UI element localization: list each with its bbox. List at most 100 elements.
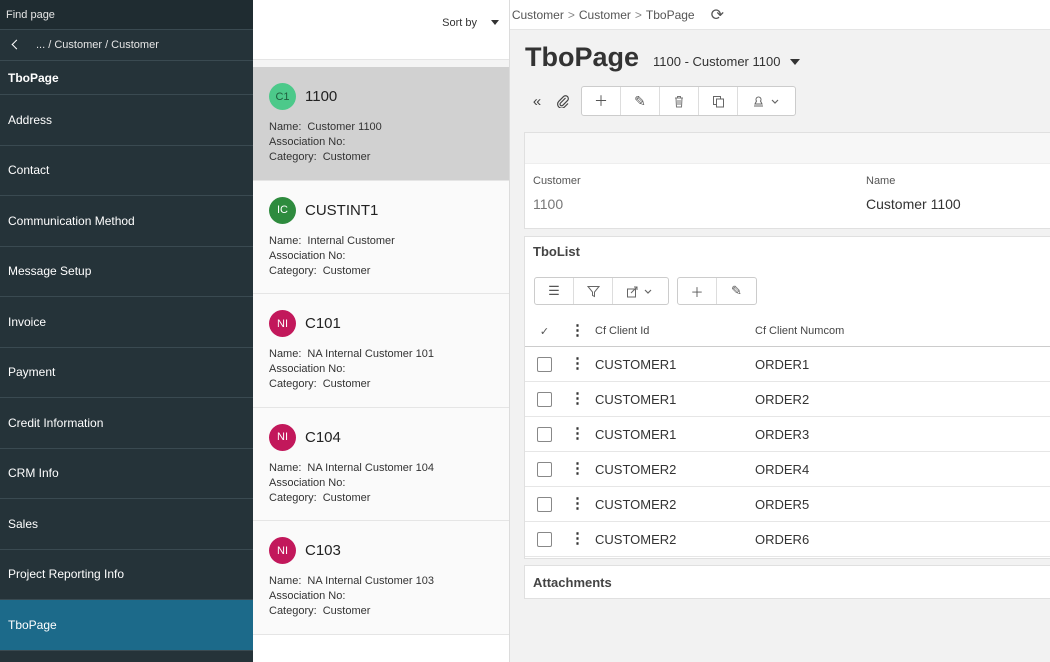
sidebar-item-message-setup[interactable]: Message Setup	[0, 247, 253, 297]
copy-icon[interactable]	[699, 87, 738, 115]
card-name-value: Internal Customer	[307, 234, 395, 247]
find-page-input[interactable]: Find page	[0, 0, 253, 30]
sidebar-item-tbopage[interactable]: TboPage	[0, 600, 253, 651]
card-head: NI C103	[269, 537, 493, 564]
card-category-line: Category: Customer	[269, 491, 493, 506]
column-header-cf-client-numcom[interactable]: Cf Client Numcom	[755, 325, 1050, 337]
breadcrumb-item[interactable]: TboPage	[646, 8, 695, 22]
sidebar-item-label: Project Reporting Info	[8, 567, 125, 582]
sidebar-item-address[interactable]: Address	[0, 95, 253, 146]
row-checkbox-cell	[525, 496, 560, 512]
refresh-icon[interactable]: ⟳	[711, 5, 724, 25]
edit-row-pencil-icon[interactable]: ✎	[717, 278, 756, 304]
approval-stamp-menu-icon[interactable]	[738, 87, 795, 115]
card-assoc-line: Association No:	[269, 135, 493, 150]
header-kebab-icon[interactable]: ⋮	[560, 323, 595, 338]
table-row[interactable]: ⋮ CUSTOMER1 ORDER3	[525, 417, 1050, 452]
avatar: NI	[269, 423, 296, 451]
breadcrumb-item[interactable]: Customer	[512, 8, 564, 22]
add-icon[interactable]: ＋	[582, 87, 621, 115]
sidebar-item-payment[interactable]: Payment	[0, 348, 253, 398]
row-kebab-icon[interactable]: ⋮	[560, 391, 595, 406]
row-checkbox[interactable]	[537, 461, 552, 477]
row-checkbox[interactable]	[537, 531, 552, 547]
back-arrow-icon[interactable]	[8, 37, 24, 53]
record-selector[interactable]: 1100 - Customer 1100	[653, 54, 801, 69]
add-row-icon[interactable]: ＋	[678, 278, 717, 304]
sidebar-item-credit-information[interactable]: Credit Information	[0, 398, 253, 449]
record-card[interactable]: NI C103 Name: NA Internal Customer 103 Assoc…	[253, 521, 509, 635]
sidebar-item-contact[interactable]: Contact	[0, 146, 253, 196]
table-row[interactable]: ⋮ CUSTOMER2 ORDER6	[525, 522, 1050, 557]
row-kebab-icon[interactable]: ⋮	[560, 531, 595, 546]
collapse-double-chevron-icon[interactable]: «	[525, 87, 549, 115]
row-checkbox[interactable]	[537, 496, 552, 512]
card-category-line: Category: Customer	[269, 604, 493, 619]
select-all-check-icon[interactable]: ✓	[525, 325, 560, 338]
cf-client-numcom-cell: ORDER2	[755, 391, 810, 407]
card-assoc-line: Association No:	[269, 362, 493, 377]
filter-icon[interactable]	[574, 278, 613, 304]
card-assoc-line: Association No:	[269, 476, 493, 491]
card-category-value: Customer	[322, 264, 371, 277]
sidebar-item-invoice[interactable]: Invoice	[0, 297, 253, 348]
sort-dropdown[interactable]: Sort by	[253, 0, 509, 60]
breadcrumb-separator: >	[567, 7, 575, 22]
row-kebab-icon[interactable]: ⋮	[560, 461, 595, 476]
list-view-icon[interactable]: ☰	[535, 278, 574, 304]
row-kebab-icon[interactable]: ⋮	[560, 356, 595, 371]
card-name-label: Name:	[269, 234, 302, 247]
table-row[interactable]: ⋮ CUSTOMER1 ORDER1	[525, 347, 1050, 382]
card-name-line: Name: Internal Customer	[269, 234, 493, 249]
sidebar: Find page ... / Customer / Customer TboP…	[0, 0, 253, 662]
card-head: NI C104	[269, 423, 493, 451]
record-card[interactable]: NI C101 Name: NA Internal Customer 101 Assoc…	[253, 294, 509, 408]
table-row[interactable]: ⋮ CUSTOMER2 ORDER4	[525, 452, 1050, 487]
row-checkbox[interactable]	[537, 426, 552, 442]
sidebar-breadcrumb: ... / Customer / Customer	[36, 39, 159, 51]
edit-pencil-icon[interactable]: ✎	[621, 87, 660, 115]
sidebar-item-sales[interactable]: Sales	[0, 499, 253, 550]
record-selector-label: 1100 - Customer 1100	[653, 54, 781, 69]
main-toolbar: « ＋ ✎	[525, 86, 796, 116]
list-spacer	[253, 60, 509, 67]
table-row[interactable]: ⋮ CUSTOMER1 ORDER2	[525, 382, 1050, 417]
card-id: C101	[305, 315, 341, 332]
sidebar-item-label: TboPage	[8, 617, 57, 632]
table-row[interactable]: ⋮ CUSTOMER2 ORDER5	[525, 487, 1050, 522]
attachment-paperclip-icon[interactable]	[551, 87, 575, 115]
delete-trash-icon[interactable]	[660, 87, 699, 115]
sidebar-back-row[interactable]: ... / Customer / Customer	[0, 30, 253, 61]
record-card[interactable]: C1 1100 Name: Customer 1100 Association No: C…	[253, 67, 509, 181]
export-menu-icon[interactable]	[613, 278, 668, 304]
sidebar-item-crm-info[interactable]: CRM Info	[0, 449, 253, 499]
column-header-cf-client-id[interactable]: Cf Client Id	[595, 325, 755, 337]
row-checkbox[interactable]	[537, 391, 552, 407]
card-name-value: NA Internal Customer 101	[307, 348, 434, 360]
card-id: C103	[305, 542, 341, 559]
row-checkbox[interactable]	[537, 356, 552, 372]
avatar: NI	[269, 310, 296, 337]
sidebar-item-label: Message Setup	[8, 264, 92, 279]
card-id: CUSTINT1	[305, 201, 379, 219]
row-kebab-icon[interactable]: ⋮	[560, 426, 595, 441]
cf-client-numcom-cell: ORDER5	[755, 496, 810, 512]
record-card[interactable]: IC CUSTINT1 Name: Internal Customer Associat…	[253, 180, 509, 294]
record-card[interactable]: NI C104 Name: NA Internal Customer 104 Assoc…	[253, 407, 509, 521]
sidebar-item-communication-method[interactable]: Communication Method	[0, 196, 253, 247]
card-assoc-line: Association No:	[269, 589, 493, 604]
breadcrumb-item[interactable]: Customer	[579, 8, 631, 22]
card-name-line: Name: Customer 1100	[269, 120, 493, 135]
sidebar-item-project-reporting-info[interactable]: Project Reporting Info	[0, 550, 253, 600]
title-row: TboPage 1100 - Customer 1100	[525, 42, 801, 73]
cf-client-numcom-cell: ORDER6	[755, 531, 810, 547]
attachments-panel[interactable]: Attachments	[524, 565, 1050, 599]
record-list-panel: Sort by C1 1100 Name: Customer 1100 Associat…	[253, 0, 510, 662]
card-name-value: Customer 1100	[307, 121, 382, 133]
row-kebab-icon[interactable]: ⋮	[560, 496, 595, 511]
card-category-label: Category:	[269, 264, 317, 277]
cf-client-numcom-cell: ORDER3	[755, 426, 810, 442]
cf-client-id-cell: CUSTOMER1	[595, 426, 677, 442]
tbolist-toolbar: ☰ ＋ ✎	[534, 277, 765, 305]
avatar: C1	[269, 83, 296, 110]
